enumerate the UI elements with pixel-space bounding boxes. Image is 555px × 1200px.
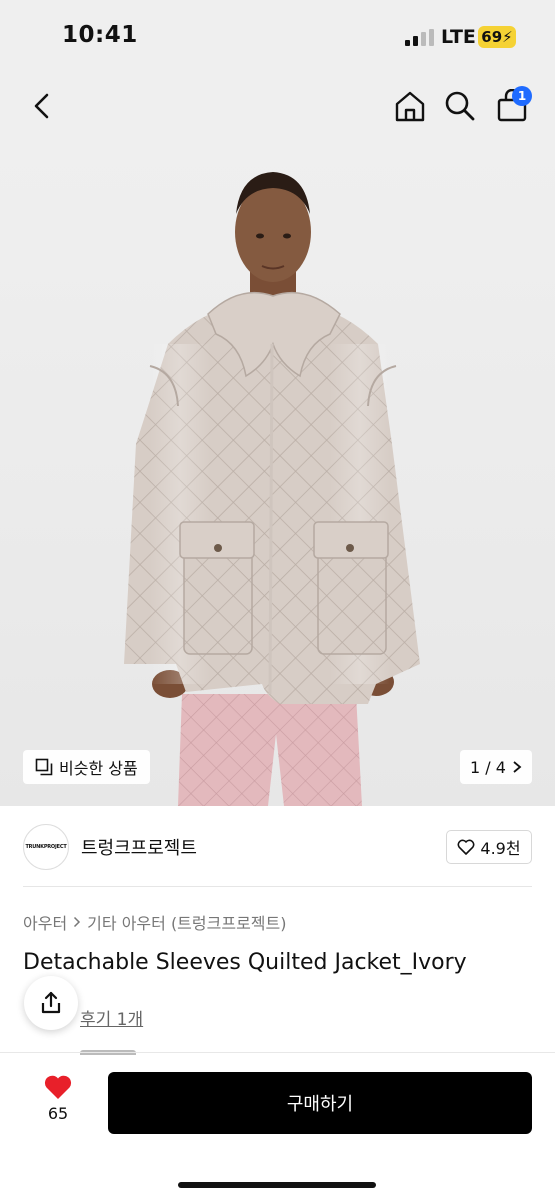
buy-button[interactable]: 구매하기 (108, 1072, 532, 1134)
image-pager[interactable]: 1 / 4 (460, 750, 532, 784)
product-title: Detachable Sleeves Quilted Jacket_Ivory (23, 950, 467, 975)
signal-icon (405, 29, 434, 46)
seller-logo-text: TRUNKPROJECT (25, 844, 67, 850)
charging-icon: ⚡ (502, 28, 513, 46)
top-nav-bar (0, 72, 555, 144)
breadcrumb: 아우터 기타 아우터 (트렁크프로젝트) (23, 910, 286, 934)
search-button[interactable] (440, 86, 480, 126)
back-button[interactable] (22, 86, 62, 126)
battery-indicator: 69⚡ (478, 26, 516, 48)
seller-row[interactable]: TRUNKPROJECT 트렁크프로젝트 4.9천 (0, 806, 555, 886)
share-button[interactable] (24, 976, 78, 1030)
review-link[interactable]: 후기 1개 (80, 1005, 143, 1030)
product-photo (124, 172, 420, 806)
chevron-left-icon (34, 93, 49, 119)
chevron-right-icon (74, 916, 81, 928)
image-pager-label: 1 / 4 (470, 757, 506, 777)
product-image[interactable] (0, 144, 555, 806)
search-icon (445, 91, 475, 121)
home-indicator (178, 1182, 376, 1188)
similar-products-button[interactable]: 비슷한 상품 (23, 750, 150, 784)
status-time: 10:41 (62, 22, 138, 48)
seller-name[interactable]: 트렁크프로젝트 (81, 834, 197, 860)
network-label: LTE (441, 26, 476, 48)
wish-button[interactable]: 65 (38, 1074, 78, 1123)
share-icon (41, 991, 61, 1014)
category-level-1[interactable]: 아우터 (23, 910, 67, 934)
home-icon (395, 91, 425, 122)
wish-count: 65 (47, 1104, 69, 1123)
divider (0, 1052, 555, 1053)
seller-like-count: 4.9천 (480, 839, 521, 858)
similar-products-label: 비슷한 상품 (59, 759, 138, 778)
seller-logo[interactable]: TRUNKPROJECT (23, 824, 69, 870)
cart-count-badge: 1 (512, 86, 532, 106)
seller-like-button[interactable]: 4.9천 (446, 830, 532, 864)
status-bar: 10:41 LTE 69⚡ (0, 0, 555, 72)
category-level-2[interactable]: 기타 아우터 (트렁크프로젝트) (87, 910, 286, 934)
copy-icon (35, 758, 53, 776)
heart-filled-icon (44, 1075, 72, 1099)
battery-level: 69 (481, 28, 503, 46)
heart-outline-icon (457, 839, 475, 855)
chevron-right-icon (513, 761, 522, 773)
divider (23, 886, 532, 887)
home-button[interactable] (390, 86, 430, 126)
